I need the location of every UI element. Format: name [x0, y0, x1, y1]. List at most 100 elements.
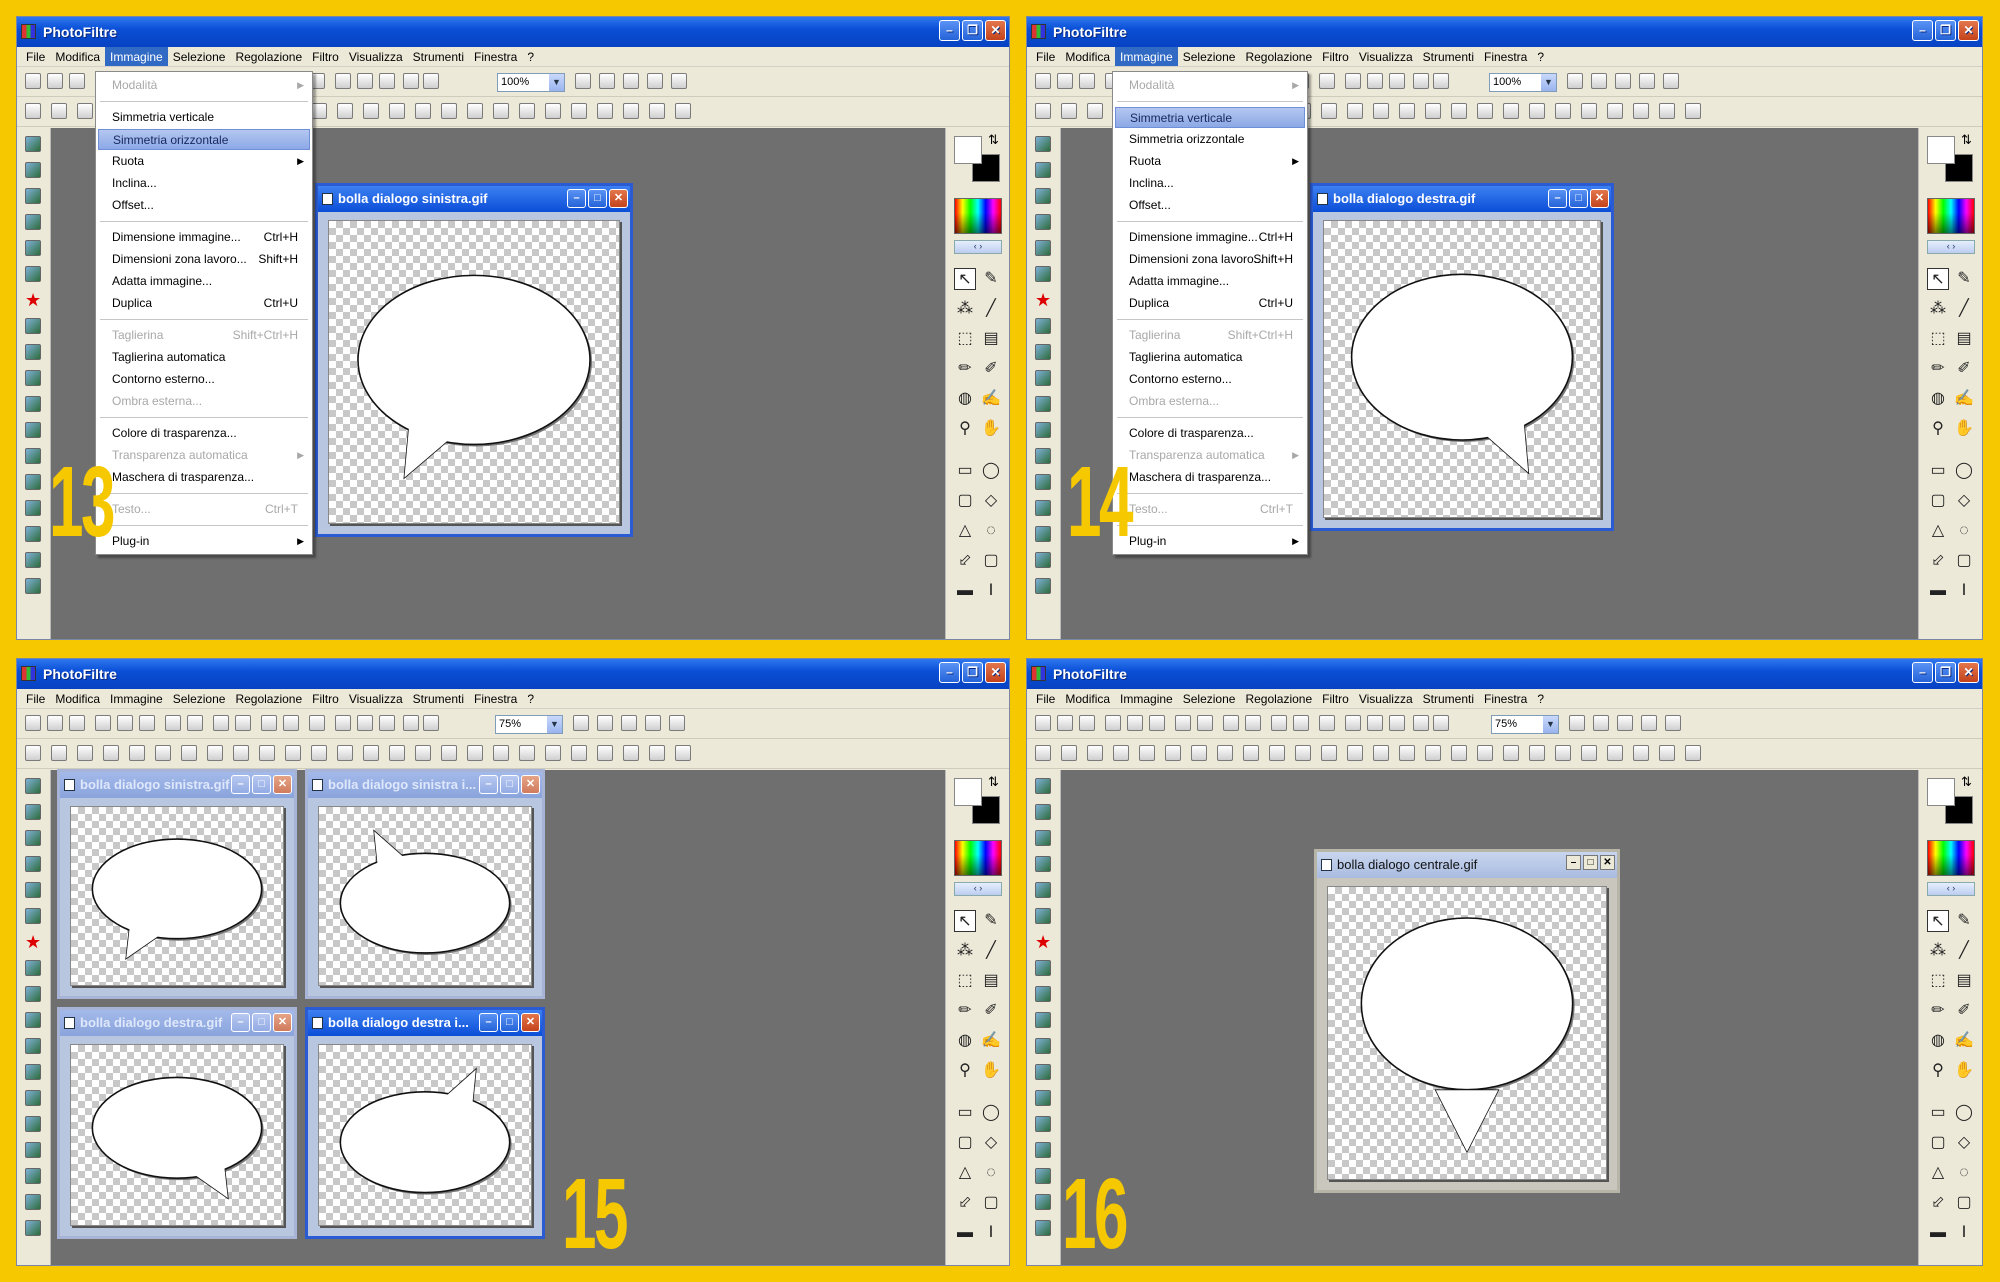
close-button[interactable]: ✕: [521, 775, 540, 794]
filter-icon[interactable]: [25, 1168, 41, 1184]
menu-immagine[interactable]: Immagine: [1115, 689, 1178, 708]
palette-nav[interactable]: ‹ ›: [954, 882, 1002, 896]
toolbar-button[interactable]: [1615, 73, 1631, 89]
minimize-button[interactable]: –: [1566, 855, 1581, 870]
minimize-button[interactable]: –: [479, 1013, 498, 1032]
toolbar-button[interactable]: [25, 745, 41, 761]
swap-colors-icon[interactable]: ⇅: [1961, 132, 1972, 148]
magic-wand-icon[interactable]: ⁂: [1927, 940, 1949, 962]
document-window[interactable]: bolla dialogo sinistra.gif – □ ✕: [315, 183, 633, 537]
close-button[interactable]: ✕: [609, 189, 628, 208]
menu-strumenti[interactable]: Strumenti: [408, 47, 469, 66]
minimize-button[interactable]: –: [479, 775, 498, 794]
toolbar-button[interactable]: [1217, 745, 1233, 761]
stamp-icon[interactable]: ⚲: [954, 418, 976, 440]
toolbar-button[interactable]: [311, 103, 327, 119]
filter-icon[interactable]: [25, 908, 41, 924]
filter-icon[interactable]: [25, 552, 41, 568]
foreground-color-swatch[interactable]: [954, 136, 982, 164]
filter-icon[interactable]: [25, 1220, 41, 1236]
close-button[interactable]: ✕: [521, 1013, 540, 1032]
filter-icon[interactable]: [1035, 422, 1051, 438]
restore-button[interactable]: ❐: [962, 662, 983, 683]
hand-icon[interactable]: ✋: [1953, 418, 1975, 440]
filter-icon[interactable]: [25, 1194, 41, 1210]
open-icon[interactable]: ▢: [980, 550, 1002, 572]
menu-visualizza[interactable]: Visualizza: [344, 689, 408, 708]
toolbar-button[interactable]: [621, 715, 637, 731]
toolbar-button[interactable]: [77, 103, 93, 119]
menu-file[interactable]: File: [21, 47, 50, 66]
close-button[interactable]: ✕: [985, 20, 1006, 41]
line-icon[interactable]: ╱: [980, 940, 1002, 962]
close-button[interactable]: ✕: [985, 662, 1006, 683]
menu-filtro[interactable]: Filtro: [1317, 689, 1354, 708]
toolbar-button[interactable]: [1633, 745, 1649, 761]
filter-icon[interactable]: [25, 1090, 41, 1106]
toolbar-button[interactable]: [1367, 715, 1383, 731]
menu-item[interactable]: Ruota ▶: [98, 151, 310, 172]
toolbar-button[interactable]: [1243, 745, 1259, 761]
menu-item[interactable]: Simmetria orizzontale: [1115, 129, 1305, 150]
filter-icon[interactable]: [25, 1012, 41, 1028]
filter-icon[interactable]: [1035, 856, 1051, 872]
filter-icon[interactable]: [1035, 188, 1051, 204]
toolbar-button[interactable]: [1035, 103, 1051, 119]
smudge-icon[interactable]: ✍: [1953, 388, 1975, 410]
filter-icon[interactable]: [1035, 778, 1051, 794]
toolbar-button[interactable]: [1399, 103, 1415, 119]
smudge-icon[interactable]: ✍: [980, 1030, 1002, 1052]
filter-icon[interactable]: [25, 240, 41, 256]
document-window[interactable]: bolla dialogo sinistra.gif – □ ✕: [57, 769, 297, 999]
menu-item[interactable]: Duplica Ctrl+U: [1115, 293, 1305, 314]
document-window[interactable]: bolla dialogo centrale.gif – □ ✕: [1314, 849, 1620, 1193]
fill-icon[interactable]: ⬚: [1927, 970, 1949, 992]
filter-icon[interactable]: [1035, 804, 1051, 820]
pencil-icon[interactable]: ✐: [980, 1000, 1002, 1022]
filter-icon[interactable]: [1035, 1012, 1051, 1028]
toolbar-button[interactable]: [187, 715, 203, 731]
diamond-icon[interactable]: ◇: [1953, 1132, 1975, 1154]
option-a-icon[interactable]: ▬: [1927, 580, 1949, 602]
brush-icon[interactable]: ✏: [954, 1000, 976, 1022]
filter-icon[interactable]: [25, 1038, 41, 1054]
toolbar-button[interactable]: [1165, 745, 1181, 761]
toolbar-button[interactable]: [1139, 745, 1155, 761]
toolbar-button[interactable]: [379, 73, 395, 89]
filter-icon[interactable]: [1035, 214, 1051, 230]
toolbar-button[interactable]: [1175, 715, 1191, 731]
rounded-rect-icon[interactable]: ▢: [954, 490, 976, 512]
filter-icon[interactable]: [25, 500, 41, 516]
filter-icon[interactable]: [1035, 1064, 1051, 1080]
lasso-icon[interactable]: ◌: [1953, 520, 1975, 542]
stamp-icon[interactable]: ⚲: [954, 1060, 976, 1082]
filter-icon[interactable]: [25, 804, 41, 820]
option-a-icon[interactable]: ▬: [954, 580, 976, 602]
document-title-bar[interactable]: bolla dialogo sinistra.gif – □ ✕: [318, 186, 630, 212]
rectangle-icon[interactable]: ▭: [1927, 1102, 1949, 1124]
filter-icon[interactable]: [25, 136, 41, 152]
toolbar-button[interactable]: [493, 745, 509, 761]
toolbar-button[interactable]: [519, 103, 535, 119]
filter-icon[interactable]: [25, 448, 41, 464]
toolbar-button[interactable]: [1127, 715, 1143, 731]
toolbar-button[interactable]: [1451, 745, 1467, 761]
menu-item[interactable]: Adatta immagine...: [98, 271, 310, 292]
close-button[interactable]: ✕: [1958, 20, 1979, 41]
toolbar-button[interactable]: [1389, 73, 1405, 89]
toolbar-button[interactable]: [51, 745, 67, 761]
minimize-button[interactable]: –: [567, 189, 586, 208]
toolbar-button[interactable]: [213, 715, 229, 731]
filter-icon[interactable]: [25, 960, 41, 976]
swap-colors-icon[interactable]: ⇅: [1961, 774, 1972, 790]
magic-wand-icon[interactable]: ⁂: [954, 940, 976, 962]
menu-strumenti[interactable]: Strumenti: [408, 689, 469, 708]
toolbar-button[interactable]: [1593, 715, 1609, 731]
menu-regolazione[interactable]: Regolazione: [1240, 689, 1317, 708]
maximize-button[interactable]: □: [500, 1013, 519, 1032]
menu-item[interactable]: Maschera di trasparenza...: [1115, 467, 1305, 488]
toolbar-button[interactable]: [1581, 103, 1597, 119]
toolbar-button[interactable]: [623, 103, 639, 119]
menu-filtro[interactable]: Filtro: [1317, 47, 1354, 66]
toolbar-button[interactable]: [1367, 73, 1383, 89]
